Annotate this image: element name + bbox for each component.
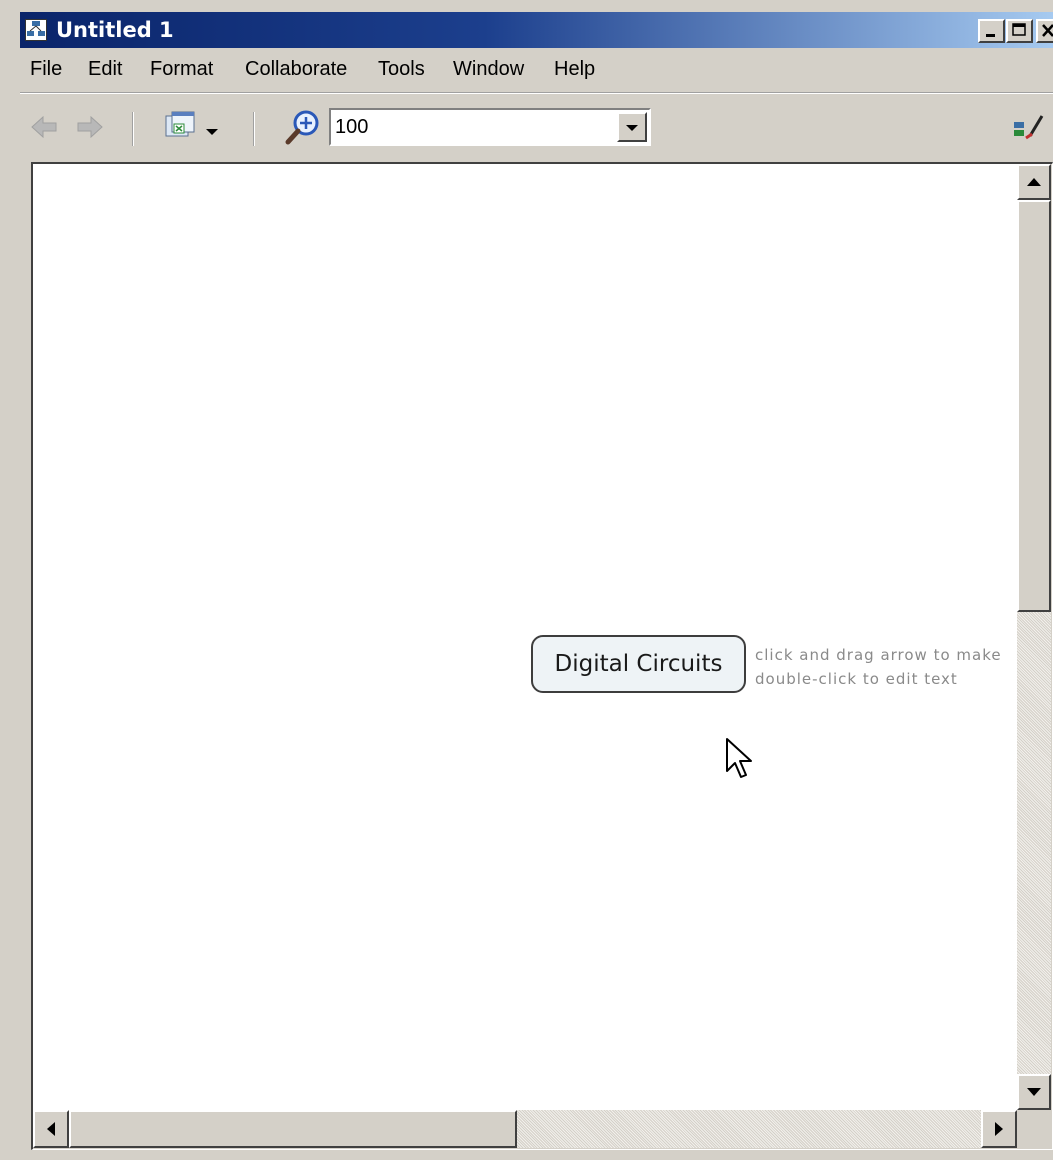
style-palette-icon[interactable]: [1012, 112, 1048, 146]
close-button[interactable]: [1036, 19, 1053, 43]
concept-map-canvas[interactable]: Digital Circuits click and drag arrow to…: [33, 164, 1017, 1110]
zoom-combobox[interactable]: 100: [329, 108, 651, 146]
toolbar-divider: [20, 92, 1053, 94]
menu-collaborate[interactable]: Collaborate: [245, 56, 347, 82]
scrollbar-corner: [1017, 1110, 1051, 1148]
arrow-down-icon: [1027, 1088, 1041, 1096]
menu-tools[interactable]: Tools: [378, 56, 425, 82]
scroll-up-button[interactable]: [1017, 164, 1051, 200]
concept-map-app-icon: [25, 19, 47, 41]
application-window: Untitled 1 File Edit Format Collaborate …: [0, 0, 1053, 1160]
maximize-button[interactable]: [1006, 19, 1033, 43]
vertical-scrollbar[interactable]: [1017, 164, 1051, 1110]
zoom-dropdown-button[interactable]: [617, 112, 647, 142]
menu-bar: File Edit Format Collaborate Tools Windo…: [20, 52, 1053, 88]
chevron-down-icon[interactable]: [205, 122, 219, 141]
vertical-scroll-thumb[interactable]: [1017, 200, 1051, 612]
title-bar[interactable]: Untitled 1: [20, 12, 1053, 48]
window-title: Untitled 1: [56, 18, 174, 42]
concept-label[interactable]: Digital Circuits: [555, 651, 723, 677]
horizontal-scrollbar[interactable]: [33, 1110, 1017, 1148]
hint-drag-arrow: click and drag arrow to make: [755, 646, 1002, 664]
scroll-right-button[interactable]: [981, 1110, 1017, 1148]
forward-arrow-icon[interactable]: [76, 114, 104, 144]
toolbar-separator: [132, 112, 134, 146]
arrow-left-icon: [47, 1122, 55, 1136]
minimize-button[interactable]: [978, 19, 1005, 43]
menu-window[interactable]: Window: [453, 56, 524, 82]
view-window-icon[interactable]: [164, 110, 200, 148]
zoom-icon[interactable]: [284, 108, 324, 150]
hint-double-click: double-click to edit text: [755, 670, 958, 688]
scroll-down-button[interactable]: [1017, 1074, 1051, 1110]
mouse-cursor-icon: [725, 737, 755, 785]
toolbar-separator: [253, 112, 255, 146]
arrow-up-icon: [1027, 178, 1041, 186]
scroll-left-button[interactable]: [33, 1110, 69, 1148]
concept-node[interactable]: Digital Circuits: [531, 635, 746, 693]
menu-format[interactable]: Format: [150, 56, 213, 82]
horizontal-scroll-thumb[interactable]: [69, 1110, 517, 1148]
arrow-right-icon: [995, 1122, 1003, 1136]
menu-help[interactable]: Help: [554, 56, 595, 82]
menu-file[interactable]: File: [30, 56, 62, 82]
zoom-value[interactable]: 100: [335, 115, 368, 139]
menu-edit[interactable]: Edit: [88, 56, 122, 82]
chevron-down-icon: [626, 125, 638, 131]
back-arrow-icon[interactable]: [30, 114, 58, 144]
